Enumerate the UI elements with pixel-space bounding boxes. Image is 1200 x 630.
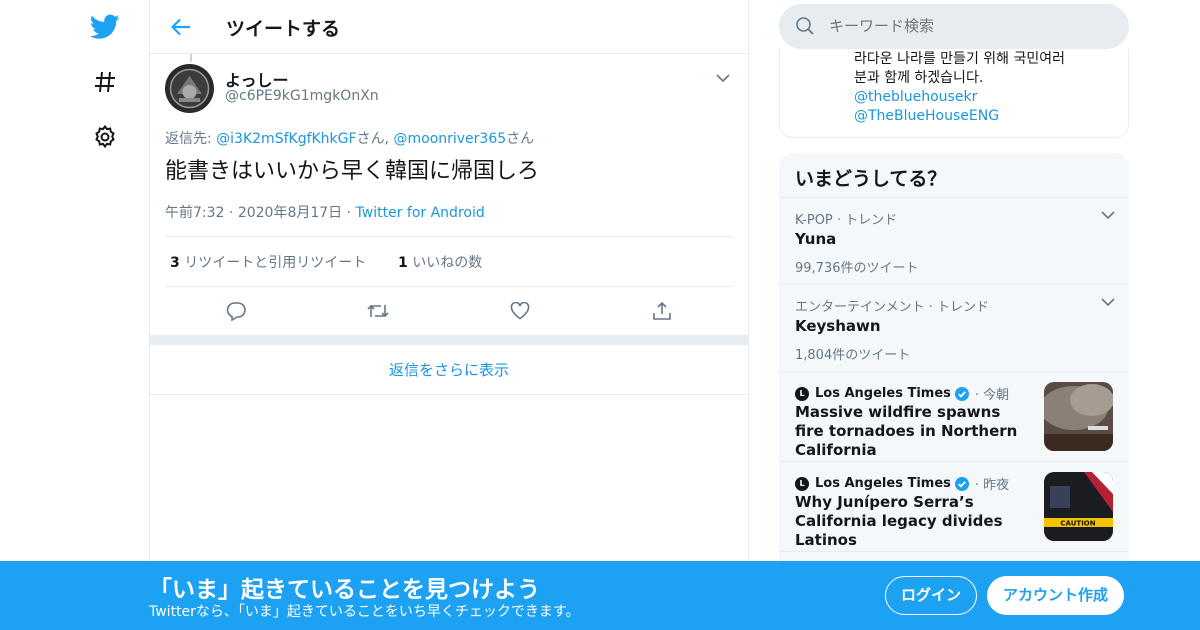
signup-button[interactable]: アカウント作成 — [987, 576, 1124, 615]
tweet-actions — [165, 290, 733, 334]
tweet-text: 能書きはいいから早く韓国に帰国しろ — [165, 159, 540, 184]
heart-icon[interactable] — [507, 298, 533, 324]
trends-panel: いまどうしてる？ K-POP · トレンド Yuna 99,736件のツイート … — [779, 153, 1129, 573]
trend-item[interactable]: エンターテインメント · トレンド Keyshawn 1,804件のツイート — [779, 285, 1129, 372]
reply-icon[interactable] — [223, 298, 249, 324]
news-source-name: Los Angeles Times — [815, 386, 951, 401]
back-arrow-icon[interactable] — [168, 14, 194, 40]
news-thumbnail-wildfire — [1044, 382, 1113, 451]
embed-text-line: 라다운 나라를 만들기 위해 국민여러 — [854, 51, 1065, 67]
main-column: ツイートする よっしー @c6PE9kG1mgkOnXn 返信先: @i3K2m… — [149, 0, 749, 630]
trend-count: 99,736件のツイート — [795, 261, 919, 276]
tweet-date[interactable]: 2020年8月17日 — [238, 205, 342, 221]
retweets-count: 3 — [170, 255, 180, 271]
news-headline: Massive wildfire spawns fire tornadoes i… — [795, 403, 1018, 459]
banner-title: 「いま」起きていることを見つけよう — [149, 577, 540, 603]
embed-mention-link[interactable]: @TheBlueHouseENG — [854, 108, 999, 124]
news-item[interactable]: L Los Angeles Times · 昨夜 Why Junípero Se… — [779, 462, 1129, 552]
chevron-down-icon[interactable] — [1101, 297, 1115, 307]
verified-badge-icon — [954, 386, 969, 401]
tweet-time[interactable]: 午前7:32 — [165, 205, 224, 221]
la-times-logo-icon: L — [795, 476, 809, 491]
news-time: · 今朝 — [974, 388, 1010, 403]
signup-banner: 「いま」起きていることを見つけよう Twitterなら、「いま」起きていることを… — [0, 561, 1200, 630]
section-divider — [150, 335, 748, 345]
reply-to-suffix: さん — [506, 131, 535, 147]
page-title: ツイートする — [226, 18, 341, 40]
verified-badge-icon — [954, 476, 969, 491]
avatar[interactable] — [165, 64, 214, 113]
la-times-logo-icon: L — [795, 386, 809, 401]
user-handle[interactable]: @c6PE9kG1mgkOnXn — [225, 88, 379, 104]
left-nav — [0, 0, 150, 630]
login-button[interactable]: ログイン — [885, 576, 977, 615]
trends-title: いまどうしてる？ — [795, 168, 947, 190]
tweet-stats: 3 リツイートと引用リツイート 1 いいねの数 — [165, 236, 733, 287]
reply-to-suffix: さん, — [356, 131, 390, 147]
embed-mention-link[interactable]: @thebluehousekr — [854, 89, 977, 105]
news-item[interactable]: L Los Angeles Times · 今朝 Massive wildfir… — [779, 372, 1129, 462]
likes-label: いいねの数 — [412, 255, 483, 271]
embedded-tweet-card[interactable]: 라다운 나라를 만들기 위해 국민여러 분과 함께 하겠습니다. @theblu… — [779, 49, 1129, 138]
news-headline: Why Junípero Serra’s California legacy d… — [795, 493, 1003, 549]
banner-subtitle: Twitterなら、「いま」起きていることをいち早くチェックできます。 — [149, 604, 580, 620]
trends-header: いまどうしてる？ — [779, 153, 1129, 198]
embed-text-line: 분과 함께 하겠습니다. — [854, 70, 984, 86]
meta-separator: · — [346, 205, 352, 221]
news-source: L Los Angeles Times · 昨夜 — [795, 474, 1009, 493]
news-source-name: Los Angeles Times — [815, 476, 951, 491]
tweet-client-link[interactable]: Twitter for Android — [356, 205, 485, 221]
gear-icon[interactable] — [88, 120, 122, 154]
likes-count: 1 — [398, 255, 408, 271]
trend-category: エンターテインメント · トレンド — [795, 300, 990, 315]
caution-tape-text: CAUTION — [1060, 520, 1095, 528]
share-icon[interactable] — [649, 298, 675, 324]
meta-separator: · — [228, 205, 234, 221]
chevron-down-icon[interactable] — [1101, 210, 1115, 220]
twitter-bird-icon[interactable] — [88, 10, 122, 44]
trend-category: K-POP · トレンド — [795, 213, 898, 228]
show-more-replies-link[interactable]: 返信をさらに表示 — [150, 345, 748, 395]
news-thumbnail-caution: CAUTION — [1044, 472, 1113, 541]
news-time: · 昨夜 — [974, 478, 1010, 493]
tweet-meta: 午前7:32 · 2020年8月17日 · Twitter for Androi… — [165, 202, 485, 222]
thread-line — [190, 54, 192, 62]
reply-to-line: 返信先: @i3K2mSfKgfKhkGFさん, @moonriver365さん — [165, 128, 534, 148]
search-icon — [796, 17, 814, 35]
reply-to-user-link[interactable]: @moonriver365 — [393, 131, 506, 147]
trend-item[interactable]: K-POP · トレンド Yuna 99,736件のツイート — [779, 198, 1129, 285]
trend-count: 1,804件のツイート — [795, 348, 911, 363]
retweet-icon[interactable] — [365, 298, 391, 324]
embed-text: 라다운 나라를 만들기 위해 국민여러 분과 함께 하겠습니다. — [854, 50, 1114, 88]
reply-prefix: 返信先: — [165, 131, 217, 147]
search-input[interactable] — [829, 17, 1109, 35]
hashtag-icon[interactable] — [88, 65, 122, 99]
reply-to-user-link[interactable]: @i3K2mSfKgfKhkGF — [216, 131, 356, 147]
retweets-stat[interactable]: 3 リツイートと引用リツイート — [170, 252, 366, 272]
page-header: ツイートする — [150, 0, 748, 54]
trend-name: Keyshawn — [795, 317, 881, 335]
search-box[interactable] — [779, 4, 1129, 49]
chevron-down-icon[interactable] — [716, 68, 734, 86]
likes-stat[interactable]: 1 いいねの数 — [398, 252, 482, 272]
news-source: L Los Angeles Times · 今朝 — [795, 384, 1009, 403]
trend-name: Yuna — [795, 230, 837, 248]
retweets-label: リツイートと引用リツイート — [184, 255, 367, 271]
